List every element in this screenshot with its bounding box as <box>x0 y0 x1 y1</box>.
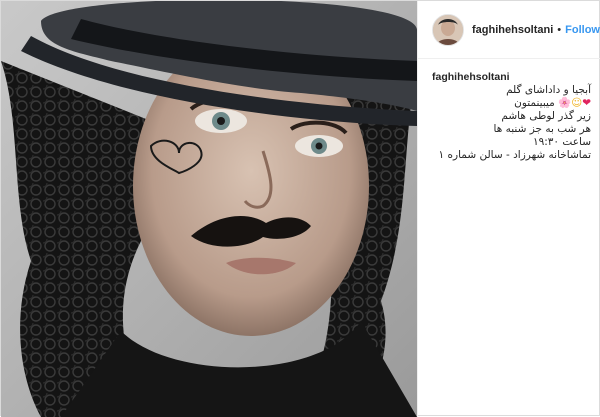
separator-dot: • <box>557 23 562 36</box>
instagram-post: faghihehsoltani • Follow faghihehsoltani… <box>0 0 600 417</box>
caption: faghihehsoltani آبجیا و داداشای گلم ❤☺🌸 … <box>418 59 600 162</box>
caption-line-5: ساعت ۱۹:۳۰ <box>532 136 591 148</box>
avatar[interactable] <box>432 13 464 46</box>
portrait-image <box>1 1 417 417</box>
caption-username[interactable]: faghihehsoltani <box>432 71 591 84</box>
caption-line-3: زیر گذر لوطی هاشم <box>501 110 591 122</box>
post-photo[interactable] <box>1 1 417 417</box>
post-sidebar: faghihehsoltani • Follow faghihehsoltani… <box>417 1 600 417</box>
avatar-image <box>433 14 463 45</box>
smile-emoji: ☺ <box>571 97 583 109</box>
caption-line-2: ❤☺🌸 میبینمتون <box>514 97 591 109</box>
flower-emoji: 🌸 <box>558 97 572 109</box>
follow-button[interactable]: Follow <box>565 24 600 36</box>
caption-line-6: تماشاخانه شهرزاد - سالن شماره ۱ <box>438 149 591 161</box>
heart-emoji: ❤ <box>582 97 591 109</box>
post-header: faghihehsoltani • Follow <box>418 1 600 59</box>
username-link[interactable]: faghihehsoltani <box>472 24 553 36</box>
caption-line-4: هر شب به جز شنبه ها <box>493 123 591 135</box>
caption-line-1: آبجیا و داداشای گلم <box>506 84 591 96</box>
